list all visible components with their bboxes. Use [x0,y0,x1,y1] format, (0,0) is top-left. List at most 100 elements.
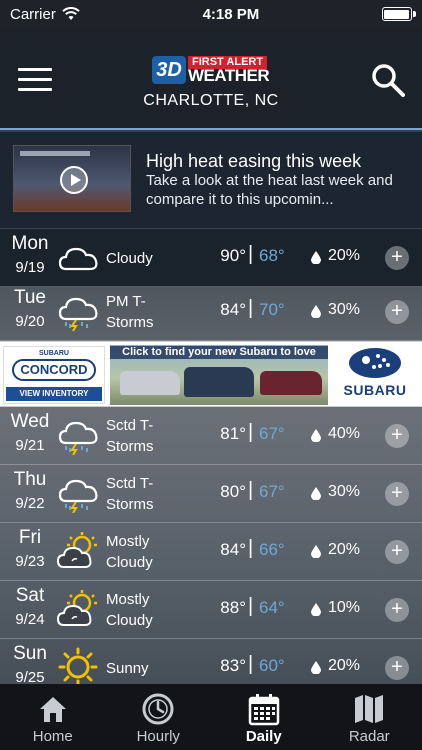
clock-icon [142,693,174,725]
menu-button[interactable] [18,68,52,94]
news-title[interactable]: High heat easing this week [146,151,361,172]
tab-daily-label: Daily [245,728,282,745]
home-icon [39,697,66,722]
cloud-icon [58,247,98,271]
menu-bar [18,88,52,91]
day-date: 9/19 [15,259,45,276]
precip-chance: 20% [328,657,361,674]
day-name: Sat [15,585,45,606]
status-bar: Carrier 4:18 PM [0,0,422,28]
tab-daily[interactable]: Daily [211,684,317,750]
expand-day-button[interactable]: + [385,598,409,622]
forecast-row[interactable]: Mon 9/19 Cloudy 90° | 68° 20% + [0,229,422,287]
tab-radar[interactable]: Radar [317,684,422,750]
ad-brand-name: SUBARU [343,382,407,398]
partly-cloudy-icon [56,590,97,626]
expand-day-button[interactable]: + [385,300,409,324]
logo-badge: 3D [152,56,186,84]
condition-label: Sctd T-Storms [106,475,154,513]
day-date: 9/23 [15,553,45,570]
forecast-row[interactable]: Tue 9/20 PM T-Storms 84° | 70° 30% + [0,283,422,341]
precip-chance: 40% [328,425,361,442]
high-temp: 84° [220,540,246,559]
condition-label: Mostly Cloudy [106,533,153,571]
temp-separator: | [248,595,254,617]
dealer-name: CONCORD [12,359,96,381]
day-name: Wed [10,411,50,432]
day-name: Mon [11,233,49,254]
car-image [120,371,180,395]
raindrop-icon [311,603,321,616]
precip-chance: 30% [328,483,361,500]
location-label: CHARLOTTE, NC [143,92,279,109]
thumbnail-banner [20,151,90,156]
high-temp: 84° [220,300,246,319]
dealer-brand-label: SUBARU [39,350,69,357]
subaru-logo[interactable]: SUBARU [332,345,418,405]
day-date: 9/24 [15,611,45,628]
day-name: Fri [18,527,42,548]
high-temp: 81° [220,424,246,443]
condition-label: Mostly Cloudy [106,591,153,629]
temp-separator: | [248,421,254,443]
expand-day-button[interactable]: + [385,246,409,270]
search-icon[interactable] [370,62,406,98]
carrier-label: Carrier [10,5,56,23]
ad-headline: Click to find your new Subaru to love [110,346,328,359]
forecast-row[interactable]: Sat 9/24 Mostly Cloudy 88° | 64° 10% + [0,581,422,639]
day-date: 9/22 [15,495,45,512]
tab-home[interactable]: Home [0,684,106,750]
low-temp: 70° [259,300,285,319]
expand-day-button[interactable]: + [385,540,409,564]
precip-chance: 30% [328,301,361,318]
expand-day-button[interactable]: + [385,482,409,506]
raindrop-icon [311,251,321,264]
station-logo: 3D FIRST ALERT WEATHER [152,56,272,84]
condition-label: Sctd T-Storms [106,417,154,455]
raindrop-icon [311,661,321,674]
day-name: Thu [13,469,47,490]
advertisement-banner[interactable]: SUBARU CONCORD VIEW INVENTORY Click to f… [0,341,422,407]
tab-home-label: Home [32,728,73,745]
temp-separator: | [248,537,254,559]
wifi-icon [62,7,80,20]
low-temp: 68° [259,246,285,265]
day-date: 9/21 [15,437,45,454]
raindrop-icon [311,545,321,558]
map-icon [355,695,384,723]
high-temp: 90° [220,246,246,265]
low-temp: 66° [259,540,285,559]
bottom-tab-bar: Home Hourly Daily Radar [0,684,422,750]
play-icon[interactable] [60,166,88,194]
view-inventory-button[interactable]: VIEW INVENTORY [6,387,102,401]
tab-hourly[interactable]: Hourly [106,684,212,750]
day-name: Sun [13,643,47,664]
subaru-stars-icon [349,348,401,378]
news-description: Take a look at the heat last week and co… [146,172,393,208]
day-date: 9/20 [15,313,45,330]
condition-label: PM T-Storms [106,293,154,331]
logo-weather: WEATHER [188,66,270,85]
forecast-row[interactable]: Wed 9/21 Sctd T-Storms 81° | 67° 40% + [0,407,422,465]
low-temp: 64° [259,598,285,617]
sun-icon [58,647,98,687]
low-temp: 67° [259,424,285,443]
forecast-row[interactable]: Thu 9/22 Sctd T-Storms 80° | 67° 30% + [0,465,422,523]
expand-day-button[interactable]: + [385,424,409,448]
thunderstorm-icon [58,479,98,513]
expand-day-button[interactable]: + [385,656,409,680]
news-story[interactable]: High heat easing this week Take a look a… [0,132,422,229]
forecast-row[interactable]: Fri 9/23 Mostly Cloudy 84° | 66° 20% + [0,523,422,581]
battery-icon [381,7,416,21]
status-left: Carrier [10,6,80,23]
day-name: Tue [13,287,47,308]
high-temp: 88° [220,598,246,617]
precip-chance: 20% [328,247,361,264]
tab-radar-label: Radar [348,728,390,745]
low-temp: 60° [259,656,285,675]
ad-car-photo[interactable]: Click to find your new Subaru to love [110,345,328,405]
partly-cloudy-icon [56,532,97,568]
video-thumbnail[interactable] [13,145,131,212]
dealer-logo[interactable]: SUBARU CONCORD VIEW INVENTORY [3,346,105,404]
status-time: 4:18 PM [202,5,260,23]
